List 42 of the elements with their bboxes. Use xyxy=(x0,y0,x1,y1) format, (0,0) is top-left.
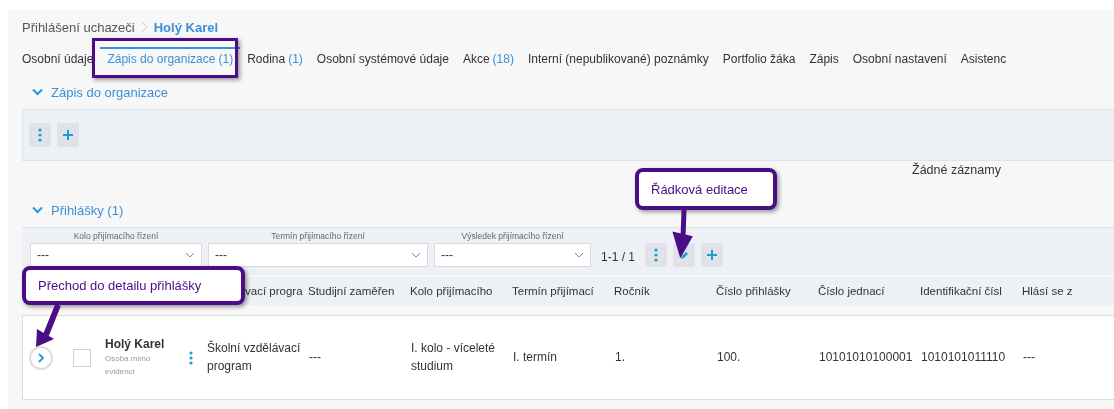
filter-dropdown[interactable]: --- xyxy=(208,243,428,267)
column-header[interactable]: Termín přijímací xyxy=(512,285,614,297)
column-header[interactable]: Ročník xyxy=(614,285,716,297)
column-header[interactable]: Číslo přihlášky xyxy=(716,285,818,297)
filter-dropdown[interactable]: --- xyxy=(30,243,202,267)
pager-text: 1-1 / 1 xyxy=(601,249,636,264)
table-cell-text: I. termín xyxy=(513,348,558,366)
tab[interactable]: Akce (18) xyxy=(455,47,521,69)
column-header[interactable]: Studijní zaměřen xyxy=(308,285,410,297)
filter-label: Termín přijímacího řízení xyxy=(271,231,365,241)
tab[interactable]: Osobní nastavení xyxy=(845,47,954,69)
callout: Přechod do detailu přihlášky xyxy=(22,266,245,305)
column-header[interactable]: Číslo jednací xyxy=(818,285,920,297)
table-cell-text: 10101010100001 xyxy=(819,348,914,366)
table-cell-text: --- xyxy=(309,348,322,366)
table-cell-text: --- xyxy=(1023,348,1036,366)
tab[interactable]: Osobní údaje xyxy=(22,47,101,69)
callout: Řádková editace xyxy=(635,168,777,210)
table-cell-text: I. kolo - víceleté studium xyxy=(411,340,497,375)
filter-label: Výsledek přijímacího řízení xyxy=(461,231,564,241)
tab[interactable]: Portfolio žáka xyxy=(715,47,803,69)
column-header[interactable]: Kolo přijímacího xyxy=(410,285,512,297)
breadcrumb-link[interactable]: Přihlášení uchazeči xyxy=(22,19,135,35)
section-title: Zápis do organizace xyxy=(51,84,169,100)
empty-message: Žádné záznamy xyxy=(912,163,1001,177)
person-name: Holý Karel xyxy=(105,336,166,351)
table-cell-text: 1. xyxy=(615,348,626,366)
table-cell-text: Školní vzdělávací program xyxy=(207,340,302,375)
table-cell-text: 100. xyxy=(717,348,742,366)
column-header[interactable]: Hlásí se z xyxy=(1022,285,1114,297)
tab[interactable]: Interní (nepublikované) poznámky xyxy=(520,47,716,69)
tab[interactable]: Osobní systémové údaje xyxy=(309,47,456,69)
tab[interactable]: Asistenc xyxy=(953,47,1014,69)
tab[interactable]: Zápis xyxy=(802,47,846,69)
table-cell-text: 1010101011110 xyxy=(921,348,1007,366)
column-header[interactable]: vací progra xyxy=(245,285,308,297)
filter-dropdown[interactable]: --- xyxy=(434,243,591,267)
section-title: Přihlášky (1) xyxy=(51,202,124,218)
column-header[interactable]: Identifikační čísl xyxy=(920,285,1022,297)
person-note: Osoba mimo evidenci xyxy=(105,352,152,378)
filter-label: Kolo přijímacího řízení xyxy=(73,231,159,241)
tab[interactable]: Rodina (1) xyxy=(240,47,310,69)
